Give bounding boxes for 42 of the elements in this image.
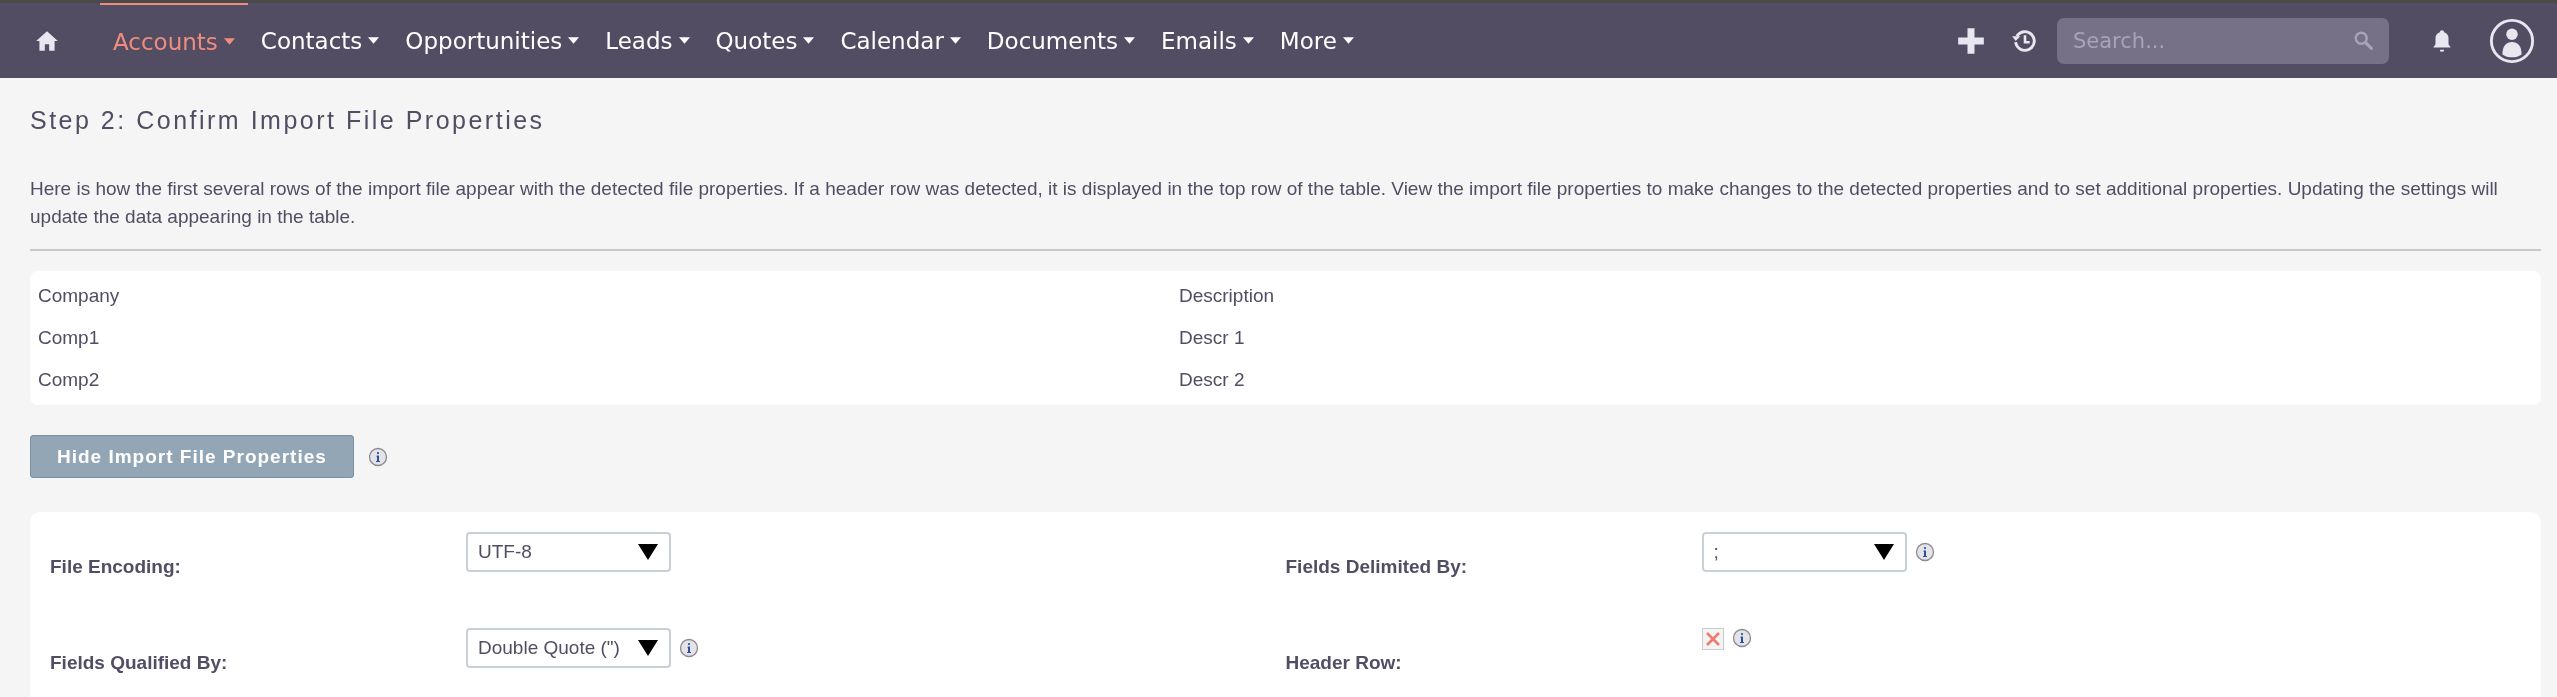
info-icon[interactable] xyxy=(679,638,699,658)
nav-menu-item[interactable]: Leads xyxy=(592,3,703,78)
nav-menu-item[interactable]: Calendar xyxy=(827,3,974,78)
dropdown-field[interactable]: UTF-8 xyxy=(466,532,671,572)
table-cell-text: Comp2 xyxy=(37,369,101,391)
plus-icon[interactable] xyxy=(1957,26,1985,55)
caret-icon xyxy=(368,37,380,44)
dropdown-arrow-icon xyxy=(637,640,659,656)
info-icon[interactable] xyxy=(367,446,388,467)
property-label: Header Row: xyxy=(1285,652,1403,674)
property-label: File Encoding: xyxy=(50,556,182,578)
nav-menu-item[interactable]: Quotes xyxy=(702,3,828,78)
nav-menu-item[interactable]: Documents xyxy=(973,3,1148,78)
table-cell-text: Company xyxy=(37,285,121,307)
property-label: Fields Qualified By: xyxy=(50,652,229,674)
nav-menu-item[interactable]: More xyxy=(1266,3,1367,78)
caret-icon xyxy=(678,37,690,44)
table-cell-text: Descr 1 xyxy=(1178,327,1246,349)
table-cell-text: Comp1 xyxy=(37,327,101,349)
nav-menu-item[interactable]: Opportunities xyxy=(392,3,593,78)
caret-icon xyxy=(1242,37,1254,44)
user-avatar-icon[interactable] xyxy=(2489,17,2535,64)
dropdown-arrow-icon xyxy=(1872,544,1895,560)
page-title: Step 2: Confirm Import File Properties xyxy=(30,105,546,135)
caret-icon xyxy=(949,37,961,44)
caret-icon xyxy=(223,38,235,45)
caret-icon xyxy=(1342,37,1354,44)
nav-menu-item[interactable]: Emails xyxy=(1148,3,1267,78)
caret-icon xyxy=(803,37,815,44)
cross-icon[interactable] xyxy=(1701,628,1724,650)
intro-paragraph: Here is how the first several rows of the import file appear with the detected file properties. If a header row was detected, it is displayed in the top row of the table. View the import file properties to make changes to the detected properties and to set additional properties. Updating the settings will update the data appearing in the table. xyxy=(30,177,2499,229)
info-icon[interactable] xyxy=(1731,628,1752,648)
property-label: Fields Delimited By: xyxy=(1285,556,1469,578)
caret-icon xyxy=(568,37,580,44)
info-icon[interactable] xyxy=(1914,542,1935,562)
nav-menu-item[interactable]: Contacts xyxy=(247,3,393,78)
dropdown-field[interactable]: ; xyxy=(1701,532,1907,572)
table-cell-text: Description xyxy=(1178,285,1276,307)
caret-icon xyxy=(1124,37,1135,44)
dropdown-arrow-icon xyxy=(637,544,659,560)
dropdown-field[interactable]: Double Quote (") xyxy=(466,628,671,668)
table-cell-text: Descr 2 xyxy=(1178,369,1246,391)
